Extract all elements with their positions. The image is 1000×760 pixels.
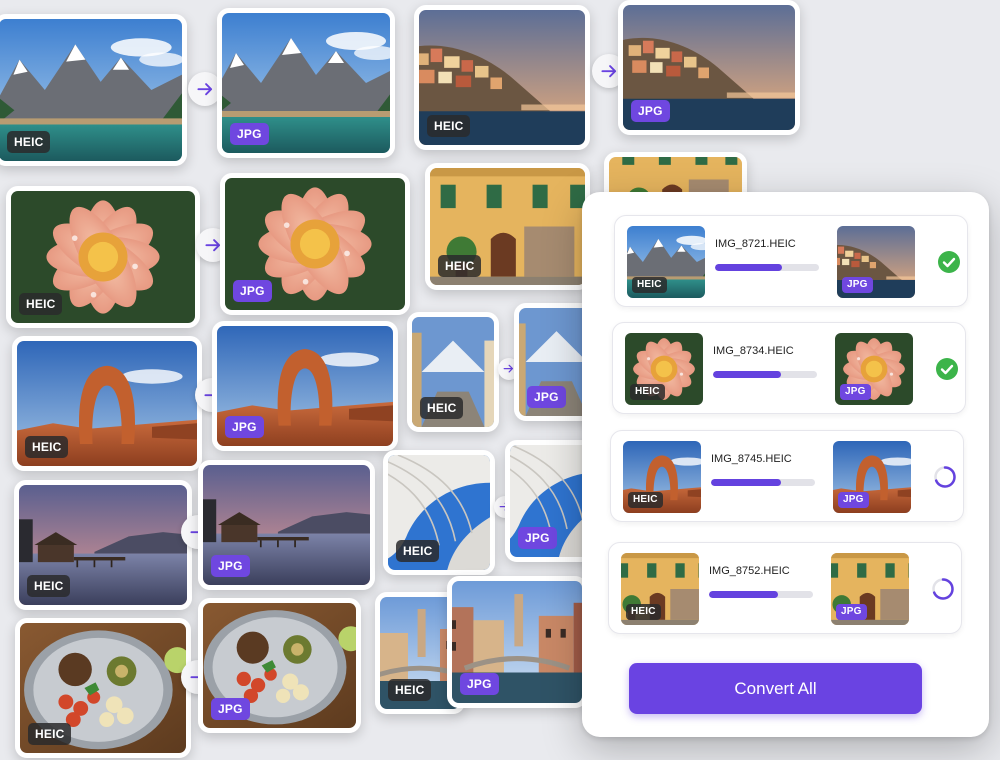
file-row[interactable]: HEIC IMG_8752.HEIC JPG [608,542,962,634]
file-name: IMG_8721.HEIC [715,238,796,250]
loading-spinner-icon [931,577,955,601]
photo-tile-cliff-heic: HEIC [414,5,590,150]
heic-badge: HEIC [396,540,440,562]
converted-thumbnail: JPG [831,553,909,625]
heic-badge: HEIC [7,131,51,153]
photo-tile-arch-heic: HEIC [12,336,202,471]
heic-badge: HEIC [420,397,464,419]
heic-badge: HEIC [27,575,71,597]
converted-thumbnail: JPG [835,333,913,405]
photo-tile-venice-jpg: JPG [447,576,587,708]
source-thumbnail: HEIC [621,553,699,625]
source-thumbnail: HEIC [627,226,705,298]
converted-thumbnail: JPG [833,441,911,513]
convert-all-button[interactable]: Convert All [629,663,922,714]
jpg-badge: JPG [211,555,250,577]
file-name: IMG_8734.HEIC [713,345,794,357]
file-row[interactable]: HEIC IMG_8721.HEIC JPG [614,215,968,307]
photo-tile-cliff-jpg: JPG [618,0,800,135]
progress-bar [715,264,819,271]
jpg-badge: JPG [631,100,670,122]
jpg-badge: JPG [836,604,867,620]
loading-spinner-icon [933,465,957,489]
progress-fill [715,264,782,271]
heic-badge: HEIC [630,384,665,400]
progress-bar [709,591,813,598]
heic-badge: HEIC [632,277,667,293]
photo-tile-sunset-heic: HEIC [14,480,192,610]
progress-fill [709,591,778,598]
heic-badge: HEIC [427,115,471,137]
file-row[interactable]: HEIC IMG_8745.HEIC JPG [610,430,964,522]
jpg-badge: JPG [527,386,566,408]
jpg-badge: JPG [840,384,871,400]
photo-tile-abstract-heic: HEIC [383,450,495,575]
source-thumbnail: HEIC [625,333,703,405]
source-thumbnail: HEIC [623,441,701,513]
jpg-badge: JPG [842,277,873,293]
photo-tile-flower-heic: HEIC [6,186,200,328]
converted-thumbnail: JPG [837,226,915,298]
progress-bar [711,479,815,486]
photo-tile-flower-jpg: JPG [220,173,410,315]
check-circle-icon [935,357,959,381]
file-name: IMG_8752.HEIC [709,565,790,577]
heic-badge: HEIC [25,436,69,458]
jpg-badge: JPG [233,280,272,302]
photo-tile-sunset-jpg: JPG [198,460,375,590]
jpg-badge: JPG [230,123,269,145]
jpg-badge: JPG [211,698,250,720]
progress-fill [711,479,781,486]
progress-bar [713,371,817,378]
heic-badge: HEIC [388,679,432,701]
jpg-badge: JPG [518,527,557,549]
photo-tile-building-heic: HEIC [425,163,590,290]
photo-tile-food-jpg: JPG [198,598,361,733]
jpg-badge: JPG [225,416,264,438]
jpg-badge: JPG [838,492,869,508]
photo-tile-mountain-jpg: JPG [217,8,395,158]
photo-tile-mountain-heic: HEIC [0,14,187,166]
progress-fill [713,371,781,378]
file-row[interactable]: HEIC IMG_8734.HEIC JPG [612,322,966,414]
check-circle-icon [937,250,961,274]
heic-badge: HEIC [626,604,661,620]
photo-tile-street-heic: HEIC [407,312,499,432]
photo-tile-arch-jpg: JPG [212,321,398,451]
heic-badge: HEIC [28,723,72,745]
file-name: IMG_8745.HEIC [711,453,792,465]
heic-badge: HEIC [19,293,63,315]
jpg-badge: JPG [460,673,499,695]
heic-badge: HEIC [438,255,482,277]
converter-panel: HEIC IMG_8721.HEIC JPG HEIC IMG_8734.HEI… [582,192,989,737]
heic-badge: HEIC [628,492,663,508]
photo-tile-food-heic: HEIC [15,618,191,758]
